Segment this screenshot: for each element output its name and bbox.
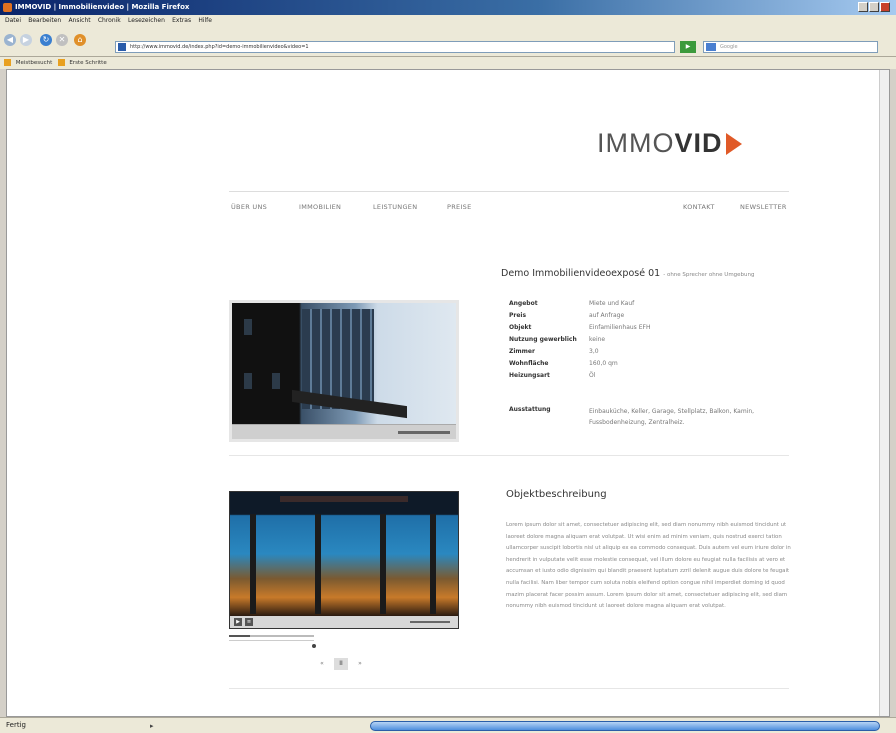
menu-tools[interactable]: Extras [172,15,191,27]
status-bar: Fertig ▸ [0,717,896,733]
status-text: Fertig [6,721,26,729]
volume-slider-2[interactable] [410,621,450,623]
navigation-toolbar: ◀ ▶ ↻ ✕ ⌂ http://www.immovid.de/index.ph… [0,27,896,57]
listing-subtitle: - ohne Sprecher ohne Umgebung [663,272,755,278]
bookmark-folder-icon [57,59,65,66]
section-divider [229,455,789,456]
google-icon [706,43,716,51]
loading-progress [370,721,880,731]
address-text: http://www.immovid.de/index.php?id=demo-… [130,44,309,50]
description-text: Lorem ipsum dolor sit amet, consectetuer… [506,522,791,610]
nav-newsletter[interactable]: NEWSLETTER [740,203,787,211]
logo-text-bold: VID [674,128,723,158]
video-controls [232,424,456,439]
detail-value: keine [589,336,606,343]
minimize-button[interactable] [858,2,868,12]
logo-text-light: IMMO [597,128,675,158]
detail-key: Angebot [509,300,538,307]
detail-value: Öl [589,372,596,379]
bookmarks-toolbar: Meistbesucht Erste Schritte [0,57,896,69]
nav-kontakt[interactable]: KONTAKT [683,203,715,211]
bookmark-getting-started[interactable]: Erste Schritte [69,60,106,66]
listing-title-text: Demo Immobilienvideoexposé 01 [501,268,661,279]
menu-view[interactable]: Ansicht [68,15,90,27]
search-placeholder: Google [720,44,738,50]
site-logo[interactable]: IMMOVID [597,128,742,159]
site-favicon-icon [118,43,126,51]
search-input[interactable]: Google [703,41,878,53]
close-button[interactable] [880,2,890,12]
video-controls-2: ▶ ≡ [230,616,458,628]
building-exterior-image [232,303,456,424]
property-video-player[interactable] [229,300,459,442]
detail-key: Preis [509,312,527,319]
address-bar[interactable]: http://www.immovid.de/index.php?id=demo-… [115,41,675,53]
status-arrow-icon: ▸ [150,722,154,730]
nav-immobilien[interactable]: IMMOBILIEN [299,203,341,211]
bookmark-star-icon [4,59,11,66]
menu-bookmarks[interactable]: Lesezeichen [128,15,165,27]
building-night-image [230,492,458,616]
reload-icon[interactable]: ↻ [40,34,52,46]
video-progress[interactable] [229,635,314,637]
menu-bar: Datei Bearbeiten Ansicht Chronik Lesezei… [0,15,896,27]
detail-value: Miete und Kauf [589,300,635,307]
menu-edit[interactable]: Bearbeiten [28,15,61,27]
progress-handle[interactable] [312,644,316,648]
pager-prev[interactable]: « [315,658,329,670]
video-progress-fill [229,635,251,637]
play-icon[interactable]: ▶ [234,618,242,626]
bookmark-most-visited[interactable]: Meistbesucht [16,60,53,66]
maximize-button[interactable] [869,2,879,12]
page-viewport: IMMOVID ÜBER UNS IMMOBILIEN LEISTUNGEN P… [6,69,890,717]
stop-icon[interactable]: ✕ [56,34,68,46]
volume-icon[interactable]: ≡ [245,618,253,626]
detail-value: Einbauküche, Keller, Garage, Stellplatz,… [589,408,755,426]
detail-key: Ausstattung [509,406,551,413]
property-video-player-2[interactable]: ▶ ≡ [229,491,459,629]
detail-key: Heizungsart [509,372,550,379]
detail-value: 160,0 qm [589,360,618,367]
back-icon[interactable]: ◀ [4,34,16,46]
description-title: Objektbeschreibung [506,489,607,500]
window-titlebar: IMMOVID | Immobilienvideo | Mozilla Fire… [0,0,896,15]
detail-value: auf Anfrage [589,312,625,319]
play-logo-icon [725,133,742,155]
header-divider [229,191,789,192]
firefox-icon [3,3,12,12]
video-pager: « II » [315,658,372,670]
menu-help[interactable]: Hilfe [198,15,212,27]
nav-preise[interactable]: PREISE [447,203,472,211]
video-buffer [229,640,314,641]
detail-key: Zimmer [509,348,535,355]
footer-divider [229,688,789,689]
forward-icon[interactable]: ▶ [20,34,32,46]
nav-leistungen[interactable]: LEISTUNGEN [373,203,417,211]
vertical-scrollbar[interactable] [879,70,889,716]
menu-file[interactable]: Datei [5,15,21,27]
volume-slider[interactable] [398,431,450,434]
home-icon[interactable]: ⌂ [74,34,86,46]
detail-key: Nutzung gewerblich [509,336,577,343]
listing-title: Demo Immobilienvideoexposé 01 - ohne Spr… [501,268,755,279]
pager-current[interactable]: II [334,658,348,670]
detail-key: Objekt [509,324,532,331]
detail-key: Wohnfläche [509,360,549,367]
detail-value: 3,0 [589,348,599,355]
window-title: IMMOVID | Immobilienvideo | Mozilla Fire… [15,3,190,11]
go-button[interactable]: ▶ [680,41,696,53]
detail-value: Einfamilienhaus EFH [589,324,651,331]
nav-ueber-uns[interactable]: ÜBER UNS [231,203,267,211]
pager-next[interactable]: » [353,658,367,670]
menu-history[interactable]: Chronik [98,15,121,27]
